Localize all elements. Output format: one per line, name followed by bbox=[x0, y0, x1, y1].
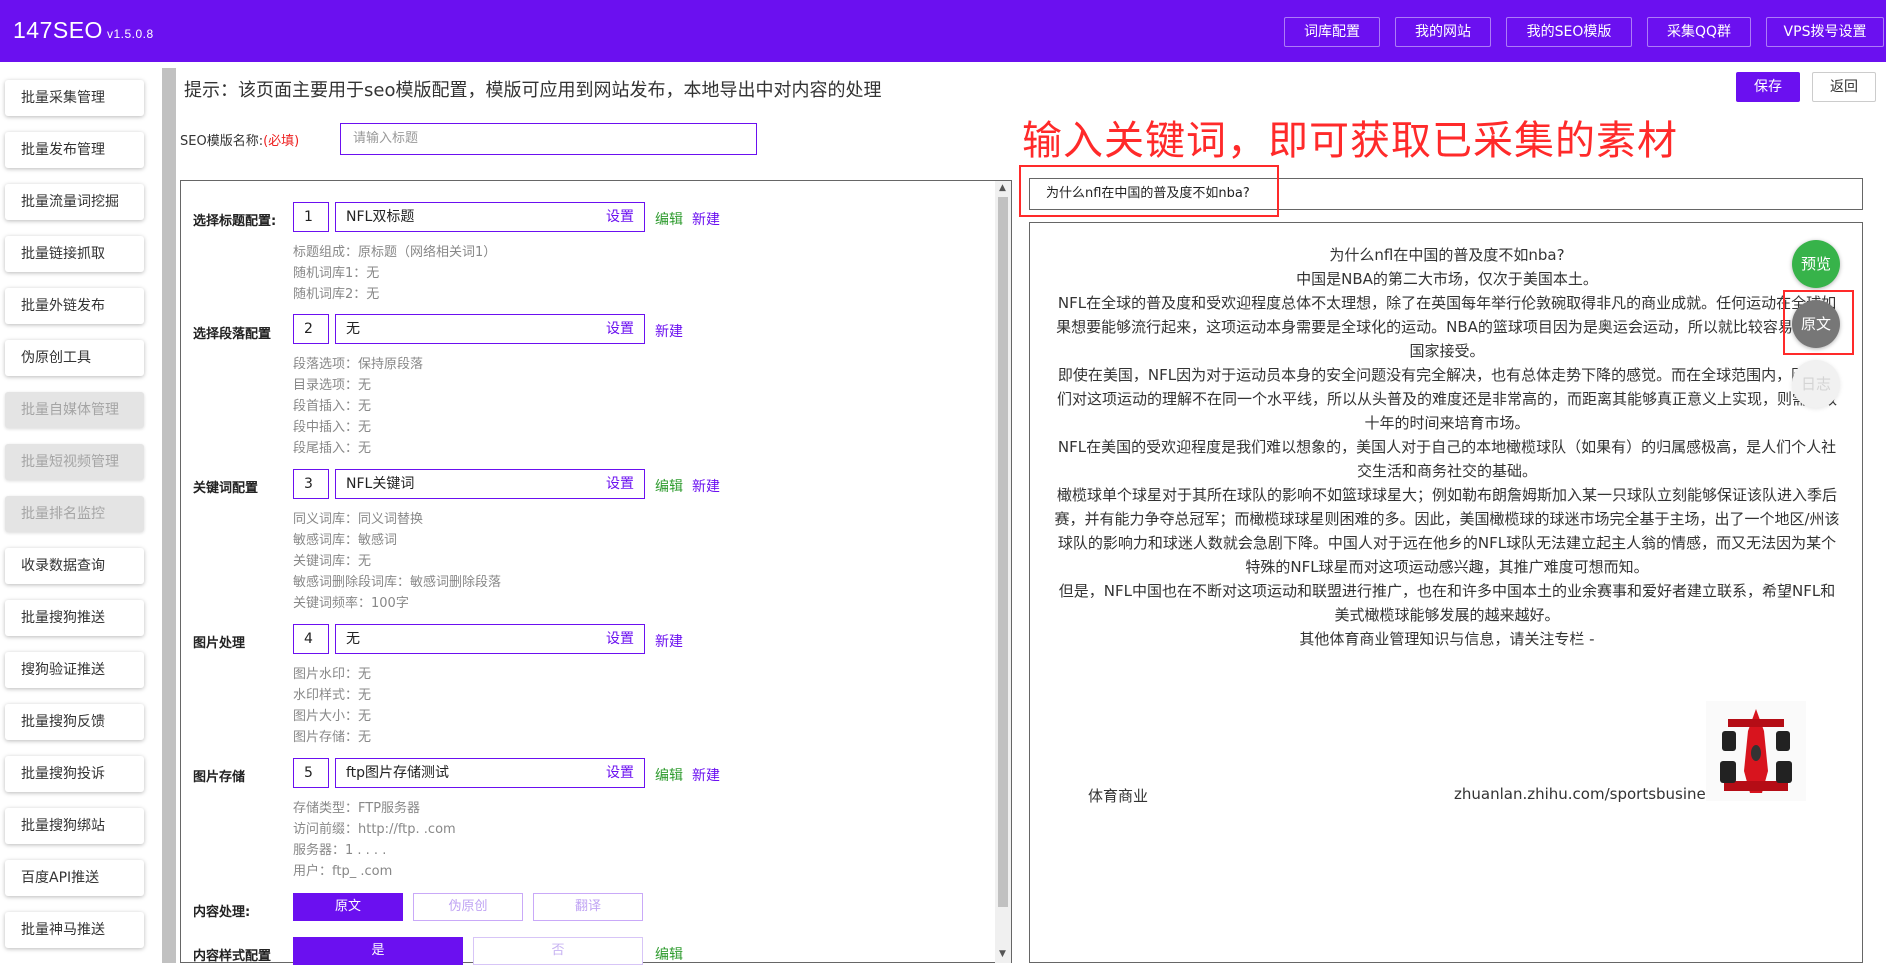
scroll-down-icon[interactable]: ▼ bbox=[999, 949, 1006, 959]
sidebar-item[interactable]: 批量链接抓取 bbox=[5, 236, 144, 272]
storage-config-new[interactable]: 新建 bbox=[692, 765, 720, 785]
content-rewrite-option[interactable]: 伪原创 bbox=[413, 893, 523, 921]
paragraph-config-set[interactable]: 设置 bbox=[606, 315, 634, 343]
nav-qq-group[interactable]: 采集QQ群 bbox=[1647, 17, 1751, 47]
sidebar-item: 批量短视频管理 bbox=[5, 444, 144, 480]
image-config-set[interactable]: 设置 bbox=[606, 625, 634, 653]
keyword-config-edit[interactable]: 编辑 bbox=[655, 476, 683, 496]
image-config-new[interactable]: 新建 bbox=[655, 631, 683, 651]
content-process-label: 内容处理: bbox=[193, 905, 251, 920]
app-version: v1.5.0.8 bbox=[106, 27, 154, 41]
image-config-num[interactable]: 4 bbox=[293, 624, 329, 654]
preview-paragraph: 但是，NFL中国也在不断对这项运动和联盟进行推广，也在和许多中国本土的业余赛事和… bbox=[1058, 582, 1836, 624]
preview-column-name: 体育商业 bbox=[1088, 787, 1149, 805]
preview-button[interactable]: 预览 bbox=[1792, 240, 1840, 288]
storage-config-select[interactable]: ftp图片存储测试 设置 bbox=[335, 758, 645, 788]
title-config-edit[interactable]: 编辑 bbox=[655, 209, 683, 229]
sidebar-item[interactable]: 批量搜狗反馈 bbox=[5, 704, 144, 740]
app-name: 147SEO bbox=[13, 17, 103, 43]
title-config-label: 选择标题配置: bbox=[193, 214, 277, 229]
title-config-new[interactable]: 新建 bbox=[692, 209, 720, 229]
sidebar-item[interactable]: 批量搜狗绑站 bbox=[5, 808, 144, 844]
paragraph-config-num[interactable]: 2 bbox=[293, 314, 329, 344]
template-name-input[interactable]: 请输入标题 bbox=[340, 123, 757, 155]
sidebar-item: 批量自媒体管理 bbox=[5, 392, 144, 428]
content-original-option[interactable]: 原文 bbox=[293, 893, 403, 921]
sidebar-item[interactable]: 批量搜狗投诉 bbox=[5, 756, 144, 792]
annotation-box-original bbox=[1783, 290, 1854, 355]
nav-dictionary-config[interactable]: 词库配置 bbox=[1284, 17, 1380, 47]
save-button[interactable]: 保存 bbox=[1736, 72, 1800, 102]
image-config-select[interactable]: 无设置 bbox=[335, 624, 645, 654]
preview-paragraph: 橄榄球单个球星对于其所在球队的影响不如篮球球星大；例如勒布朗詹姆斯加入某一只球队… bbox=[1054, 486, 1840, 576]
nav-my-sites[interactable]: 我的网站 bbox=[1395, 17, 1491, 47]
page-tip: 提示：该页面主要用于seo模版配置，模版可应用到网站发布，本地导出中对内容的处理 bbox=[184, 80, 882, 101]
sidebar-item[interactable]: 百度API推送 bbox=[5, 860, 144, 896]
sidebar-item[interactable]: 批量外链发布 bbox=[5, 288, 144, 324]
storage-config-num[interactable]: 5 bbox=[293, 758, 329, 788]
sidebar-item[interactable]: 收录数据查询 bbox=[5, 548, 144, 584]
top-bar: 147SEO v1.5.0.8 词库配置 我的网站 我的SEO模版 采集QQ群 V… bbox=[0, 0, 1886, 62]
nav-my-seo-templates[interactable]: 我的SEO模版 bbox=[1506, 17, 1632, 47]
article-preview: 为什么nfl在中国的普及度不如nba? 中国是NBA的第二大市场，仅次于美国本土… bbox=[1029, 222, 1863, 963]
sidebar-item[interactable]: 批量发布管理 bbox=[5, 132, 144, 168]
preview-paragraph: 其他体育商业管理知识与信息，请关注专栏 - bbox=[1299, 630, 1595, 648]
storage-config-edit[interactable]: 编辑 bbox=[655, 765, 683, 785]
template-name-label: SEO模版名称:(必填) bbox=[180, 134, 300, 149]
paragraph-config-details: 段落选项：保持原段落 目录选项：无 段首插入：无 段中插入：无 段尾插入：无 bbox=[293, 357, 424, 456]
keyword-config-select[interactable]: NFL关键词 设置 bbox=[335, 469, 645, 499]
preview-column-url[interactable]: zhuanlan.zhihu.com/sportsbusiness bbox=[1454, 785, 1721, 803]
keyword-config-label: 关键词配置 bbox=[193, 481, 259, 496]
sidebar-item: 批量排名监控 bbox=[5, 496, 144, 532]
scroll-thumb[interactable] bbox=[998, 197, 1008, 907]
image-config-details: 图片水印：无 水印样式：无 图片大小：无 图片存储：无 bbox=[293, 667, 372, 745]
preview-paragraph: 为什么nfl在中国的普及度不如nba? bbox=[1329, 246, 1565, 264]
preview-paragraph: NFL在美国的受欢迎程度是我们难以想象的，美国人对于自己的本地橄榄球队（如果有）… bbox=[1057, 438, 1837, 480]
paragraph-config-select[interactable]: 无设置 bbox=[335, 314, 645, 344]
title-config-select[interactable]: NFL双标题 设置 bbox=[335, 202, 645, 232]
log-button[interactable]: 日志 bbox=[1792, 360, 1840, 408]
storage-config-label: 图片存储 bbox=[193, 770, 246, 785]
app-logo: 147SEO v1.5.0.8 bbox=[13, 17, 154, 44]
content-style-edit[interactable]: 编辑 bbox=[655, 944, 683, 964]
content-style-label: 内容样式配置 bbox=[193, 949, 272, 964]
title-config-num[interactable]: 1 bbox=[293, 202, 329, 232]
title-config-details: 标题组成：原标题（网络相关词1） 随机词库1：无 随机词库2：无 bbox=[293, 245, 497, 302]
config-scrollbar[interactable]: ▲ ▼ bbox=[995, 181, 1011, 963]
back-button[interactable]: 返回 bbox=[1812, 72, 1876, 102]
race-car-image bbox=[1706, 701, 1806, 801]
sidebar-scrollbar[interactable] bbox=[162, 68, 176, 963]
preview-text: 为什么nfl在中国的普及度不如nba? 中国是NBA的第二大市场，仅次于美国本土… bbox=[1054, 243, 1840, 651]
content-style-no[interactable]: 否 bbox=[473, 937, 643, 965]
sidebar-item[interactable]: 批量流量词挖掘 bbox=[5, 184, 144, 220]
preview-paragraph: NFL在全球的普及度和受欢迎程度总体不太理想，除了在英国每年举行伦敦碗取得非凡的… bbox=[1056, 294, 1838, 360]
sidebar-item[interactable]: 伪原创工具 bbox=[5, 340, 144, 376]
nav-vps-dial[interactable]: VPS拨号设置 bbox=[1766, 17, 1884, 47]
paragraph-config-new[interactable]: 新建 bbox=[655, 321, 683, 341]
storage-config-set[interactable]: 设置 bbox=[606, 759, 634, 787]
sidebar-item[interactable]: 批量搜狗推送 bbox=[5, 600, 144, 636]
keyword-config-details: 同义词库：同义词替换 敏感词库：敏感词 关键词库：无 敏感词删除段词库：敏感词删… bbox=[293, 512, 502, 611]
title-config-set[interactable]: 设置 bbox=[606, 203, 634, 231]
keyword-config-new[interactable]: 新建 bbox=[692, 476, 720, 496]
keyword-config-set[interactable]: 设置 bbox=[606, 470, 634, 498]
sidebar-item[interactable]: 搜狗验证推送 bbox=[5, 652, 144, 688]
required-mark: (必填) bbox=[263, 134, 300, 149]
sidebar: 批量采集管理 批量发布管理 批量流量词挖掘 批量链接抓取 批量外链发布 伪原创工具批量自媒… bbox=[0, 62, 160, 963]
preview-paragraph: 中国是NBA的第二大市场，仅次于美国本土。 bbox=[1296, 270, 1598, 288]
keyword-config-num[interactable]: 3 bbox=[293, 469, 329, 499]
scroll-up-icon[interactable]: ▲ bbox=[999, 183, 1006, 193]
preview-paragraph: 即使在美国，NFL因为对于运动员本身的安全问题没有完全解决，也有总体走势下降的感… bbox=[1056, 366, 1837, 432]
paragraph-config-label: 选择段落配置 bbox=[193, 327, 272, 342]
sidebar-item[interactable]: 批量采集管理 bbox=[5, 80, 144, 116]
image-config-label: 图片处理 bbox=[193, 636, 246, 651]
annotation-box-keyword bbox=[1019, 165, 1279, 217]
content-translate-option[interactable]: 翻译 bbox=[533, 893, 643, 921]
annotation-text: 输入关键词，即可获取已采集的素材 bbox=[1022, 118, 1678, 164]
storage-config-details: 存储类型：FTP服务器 访问前缀：http://ftp. .com 服务器：1 … bbox=[293, 801, 456, 879]
content-style-yes[interactable]: 是 bbox=[293, 937, 463, 965]
sidebar-item[interactable]: 批量神马推送 bbox=[5, 912, 144, 948]
